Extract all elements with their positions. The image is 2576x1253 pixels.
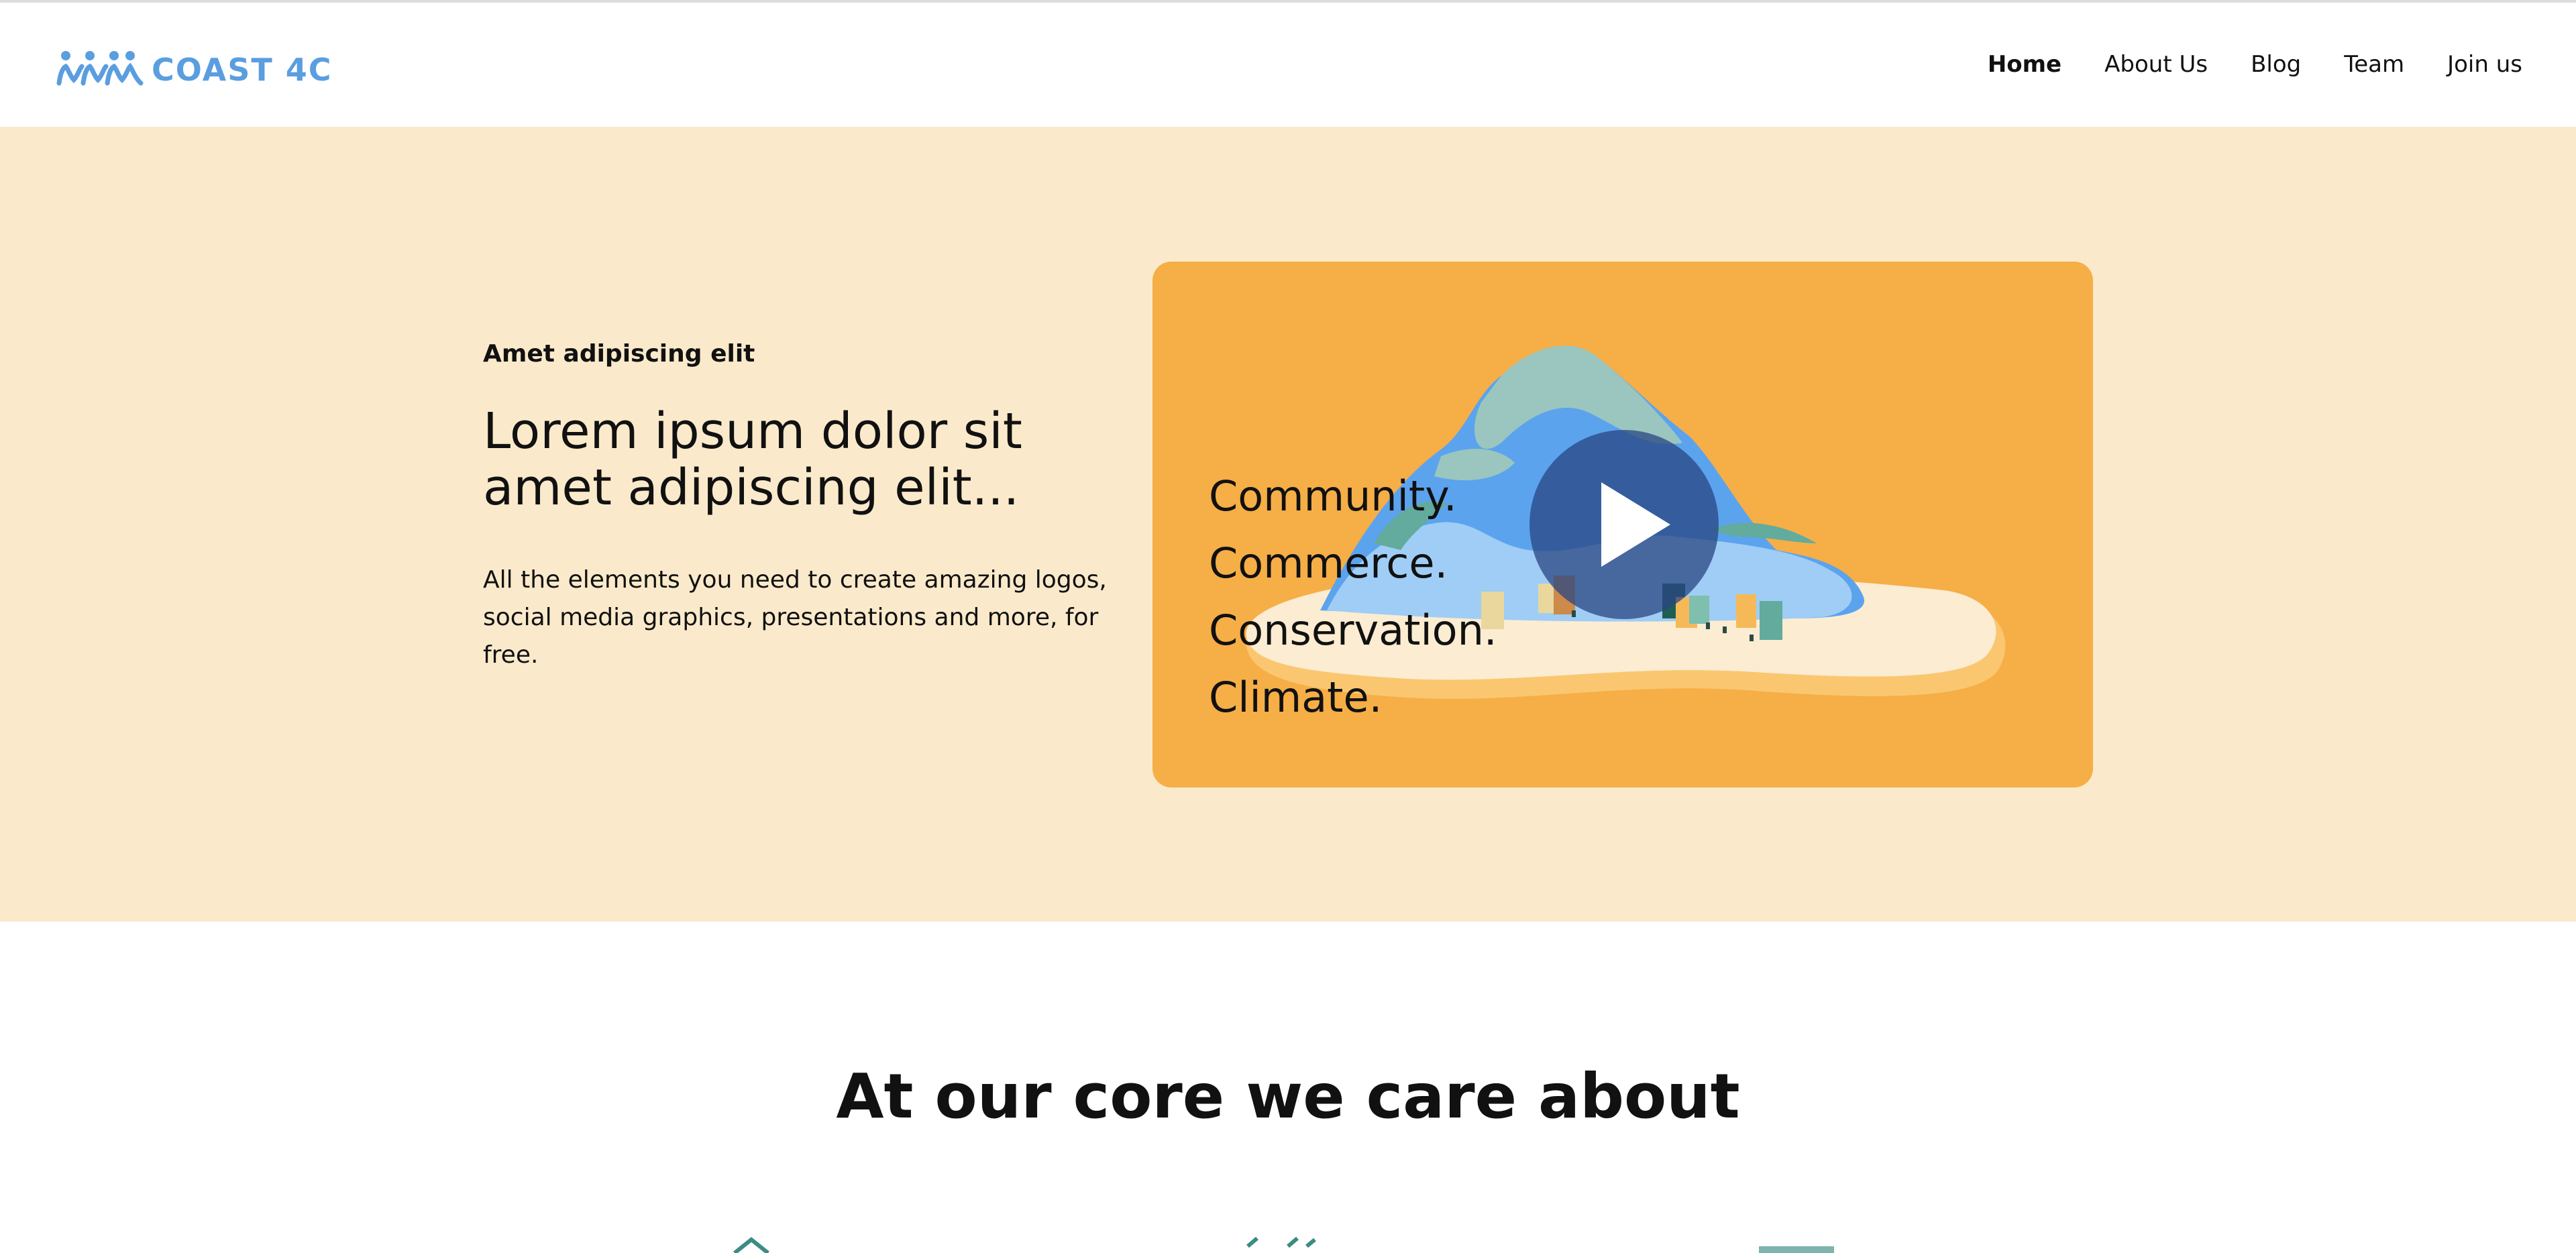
- site-header: COAST 4C Home About Us Blog Team Join us: [0, 3, 2576, 127]
- core-title-prefix: At our: [836, 1060, 1073, 1132]
- logo[interactable]: COAST 4C: [54, 43, 333, 97]
- board-icon: [1759, 1246, 1834, 1253]
- play-icon: [1601, 482, 1670, 567]
- word-commerce: Commerce.: [1209, 539, 1448, 588]
- hero-section: Amet adipiscing elit Lorem ipsum dolor s…: [0, 127, 2576, 922]
- logo-text: COAST 4C: [152, 52, 333, 88]
- word-conservation: Conservation.: [1209, 606, 1497, 655]
- video-card[interactable]: Community. Commerce. Conservation. Clima…: [1152, 262, 2093, 787]
- core-section-title: At our core we care about: [0, 1060, 2576, 1134]
- main-nav: Home About Us Blog Team Join us: [1945, 44, 2522, 85]
- hero-headline: Lorem ipsum dolor sit amet adipiscing el…: [483, 402, 1022, 516]
- nav-join-us[interactable]: Join us: [2447, 44, 2522, 85]
- nav-blog[interactable]: Blog: [2251, 44, 2301, 85]
- play-button[interactable]: [1529, 430, 1719, 619]
- word-climate: Climate.: [1209, 673, 1383, 722]
- people-logo-icon: [56, 51, 144, 86]
- hero-lede: All the elements you need to create amaz…: [483, 566, 1107, 669]
- house-icon: [733, 1237, 769, 1253]
- core-title-suffix: we care about: [1224, 1060, 1740, 1132]
- hero-kicker: Amet adipiscing elit: [483, 340, 755, 368]
- core-icons-row: [733, 1236, 1834, 1253]
- nav-home[interactable]: Home: [1988, 44, 2061, 85]
- word-community: Community.: [1209, 472, 1457, 521]
- video-words: Community. Commerce. Conservation. Clima…: [1209, 463, 1497, 731]
- nav-team[interactable]: Team: [2344, 44, 2404, 85]
- nav-about-us[interactable]: About Us: [2104, 44, 2208, 85]
- core-title-bold: core: [1073, 1060, 1225, 1132]
- arrows-icon: [1246, 1236, 1316, 1248]
